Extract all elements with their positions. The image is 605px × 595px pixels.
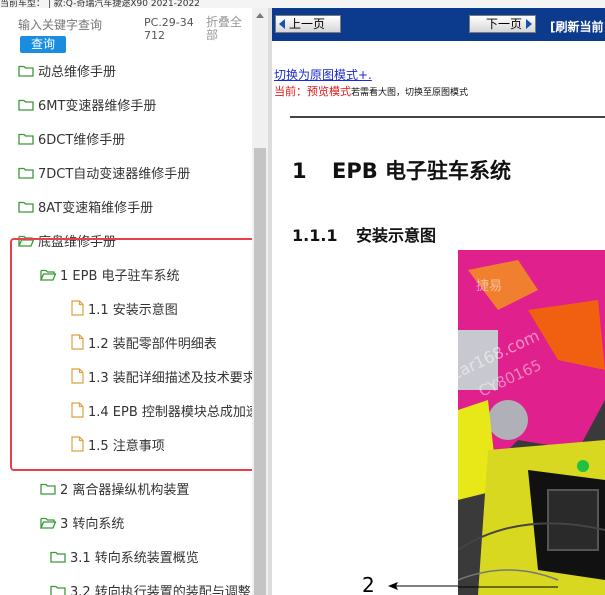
tree-item-label: 8AT变速箱维修手册 — [38, 200, 154, 216]
switch-original-mode-link[interactable]: 切换为原图模式+. — [274, 66, 372, 83]
preview-prefix: 当前： — [274, 85, 307, 98]
tree-item-6dct-manual[interactable]: 6DCT维修手册 — [18, 121, 125, 155]
preview-hint: 若需看大图，切换至原图模式 — [351, 88, 469, 98]
callout-arrow-icon — [388, 582, 458, 590]
tree-item-label: 2 离合器操纵机构装置 — [60, 482, 190, 498]
next-page-label: 下一页 — [485, 17, 522, 31]
left-navigation-panel: 查询 PC.29-34712 折叠全部 动总维修手册 6MT变速器维修手册 6D… — [0, 8, 268, 595]
arrow-left-icon — [279, 19, 285, 29]
prev-page-button[interactable]: 上一页 — [275, 15, 341, 33]
tree-item-steering-overview[interactable]: 3.1 转向系统装置概览 — [50, 539, 199, 573]
tree-item-powertrain-manual[interactable]: 动总维修手册 — [18, 56, 116, 87]
search-input[interactable] — [18, 16, 136, 34]
doc-title: 1 EPB 电子驻车系统 — [292, 155, 511, 185]
tree-item-label: 6DCT维修手册 — [38, 132, 126, 148]
folder-icon — [50, 551, 66, 563]
doc-subtitle: 1.1.1 安装示意图 — [292, 222, 436, 246]
tree-item-label: 动总维修手册 — [38, 64, 117, 80]
folder-open-icon — [40, 517, 56, 529]
preview-mode-status: 当前：预览模式若需看大图，切换至原图模式 — [274, 83, 468, 99]
callout-label: 2 — [362, 573, 375, 595]
top-info-strip: 当前车型： | 款:Q-奇瑞汽车捷途X90 2021-2022 — [0, 0, 605, 8]
folder-icon — [18, 201, 34, 213]
arrow-right-icon — [526, 19, 532, 29]
watermark-text: 捷易 — [476, 279, 502, 294]
tree-item-steering-system[interactable]: 3 转向系统 — [40, 505, 124, 539]
folder-icon — [50, 585, 66, 595]
model-code: PC.29-34712 — [144, 16, 194, 42]
tree-item-clutch-mechanism[interactable]: 2 离合器操纵机构装置 — [40, 471, 189, 505]
highlight-box — [10, 238, 259, 471]
installation-diagram-image: 捷易 car168.com CY80165 — [458, 250, 605, 595]
refresh-link[interactable]: [刷新当前 — [550, 18, 604, 35]
tree-item-label: 6MT变速器维修手册 — [38, 98, 157, 114]
tree-item-steering-actuator[interactable]: 3.2 转向执行装置的装配与调整 — [50, 573, 251, 595]
page-top-rule — [290, 116, 605, 118]
page-nav-bar: 上一页 下一页 [刷新当前 — [272, 8, 605, 41]
folder-icon — [18, 99, 34, 111]
next-page-button[interactable]: 下一页 — [469, 15, 536, 33]
folder-icon — [18, 65, 34, 77]
doc-title-number: 1 — [292, 159, 307, 183]
doc-subtitle-text: 安装示意图 — [356, 226, 437, 245]
doc-subtitle-number: 1.1.1 — [292, 226, 338, 245]
document-viewer: 上一页 下一页 [刷新当前 切换为原图模式+. 当前：预览模式若需看大图，切换至… — [272, 8, 605, 595]
folder-icon — [18, 167, 34, 179]
vehicle-model-text: 当前车型： | 款:Q-奇瑞汽车捷途X90 2021-2022 — [0, 0, 200, 8]
scroll-up-arrow-icon[interactable] — [252, 8, 268, 24]
tree-item-label: 3.1 转向系统装置概览 — [70, 550, 199, 566]
search-area: 查询 PC.29-34712 折叠全部 — [0, 8, 268, 56]
tree-scroll-thumb[interactable] — [254, 148, 266, 595]
doc-title-text: EPB 电子驻车系统 — [332, 159, 512, 183]
tree-item-8at-manual[interactable]: 8AT变速箱维修手册 — [18, 189, 153, 223]
folder-icon — [40, 483, 56, 495]
query-button[interactable]: 查询 — [20, 36, 66, 53]
tree-item-label: 3.2 转向执行装置的装配与调整 — [70, 584, 251, 595]
tree-item-label: 3 转向系统 — [60, 516, 125, 532]
tree-item-6mt-manual[interactable]: 6MT变速器维修手册 — [18, 87, 156, 121]
collapse-all-link[interactable]: 折叠全部 — [206, 16, 246, 42]
prev-page-label: 上一页 — [289, 17, 326, 31]
preview-mode-label: 预览模式 — [307, 85, 351, 98]
folder-icon — [18, 133, 34, 145]
tree-item-7dct-manual[interactable]: 7DCT自动变速器维修手册 — [18, 155, 190, 189]
tree-item-label: 7DCT自动变速器维修手册 — [38, 166, 191, 182]
